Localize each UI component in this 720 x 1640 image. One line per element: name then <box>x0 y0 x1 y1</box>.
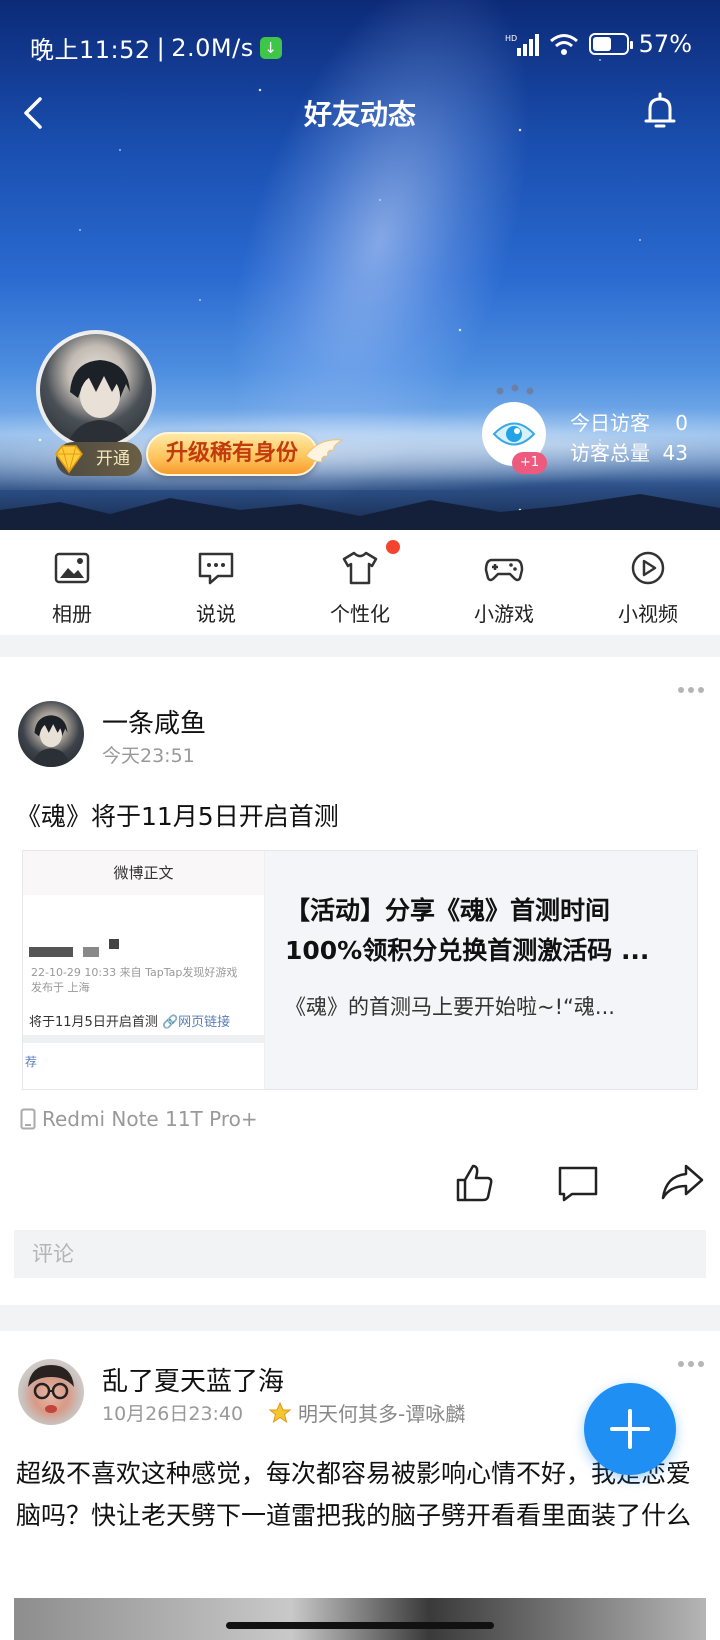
add-post-button[interactable] <box>584 1383 676 1475</box>
section-divider <box>0 1305 720 1331</box>
share-icon[interactable] <box>660 1160 704 1204</box>
wifi-icon <box>549 34 578 55</box>
menu-minigame-label: 小游戏 <box>474 602 534 626</box>
notification-dot <box>386 540 400 554</box>
menu-video[interactable]: 小视频 <box>576 530 720 635</box>
diamond-icon <box>55 445 83 474</box>
wing-icon <box>305 439 344 463</box>
upgrade-identity-badge[interactable]: 升级稀有身份 <box>146 432 344 476</box>
visitor-stars <box>496 384 534 395</box>
photo-album-icon <box>54 552 90 584</box>
comment-icon[interactable] <box>556 1160 600 1204</box>
today-visitors-label: 今日访客 <box>570 411 650 435</box>
like-icon[interactable] <box>452 1160 496 1204</box>
menu-album-label: 相册 <box>52 602 92 626</box>
visitor-stats[interactable]: 今日访客 0 访客总量 43 <box>570 408 688 468</box>
feed-post: 乱了夏天蓝了海 10月26日23:40 超级不喜欢这种感觉，每次都容易被影响心情… <box>0 1331 720 1640</box>
status-time: 晚上11:52 <box>30 36 151 64</box>
thumb-text: 将于11月5日开启首测 🔗网页链接 <box>29 1015 231 1030</box>
thumb-header: 微博正文 <box>23 851 264 895</box>
link-title-line2: 100%领积分兑换首测激活码 ... <box>285 936 650 965</box>
menu-album[interactable]: 相册 <box>0 530 144 635</box>
vip-open-label: 开通 <box>96 449 130 469</box>
star-music-icon <box>268 1401 292 1423</box>
link-thumbnail: 微博正文 22-10-29 10:33 来自 TapTap发现好游戏 发布于 上… <box>23 851 265 1089</box>
tshirt-icon <box>342 551 378 585</box>
today-visitors-value: 0 <box>675 411 688 435</box>
menu-minigame[interactable]: 小游戏 <box>432 530 576 635</box>
post-text: 《魂》将于11月5日开启首测 <box>16 802 339 831</box>
music-tag-label: 明天何其多-谭咏麟 <box>298 1402 466 1426</box>
quick-menu: 相册 说说 个性化 小游戏 小视频 <box>0 530 720 635</box>
thumb-rec: 荐 <box>25 1055 38 1069</box>
device-name: Redmi Note 11T Pro+ <box>42 1107 258 1131</box>
total-visitors-label: 访客总量 <box>570 441 650 465</box>
upgrade-identity-label: 升级稀有身份 <box>166 441 299 466</box>
eye-icon <box>492 422 536 446</box>
comment-input[interactable]: 评论 <box>14 1230 706 1278</box>
post-author-name[interactable]: 乱了夏天蓝了海 <box>102 1361 284 1398</box>
message-bubble-icon <box>198 552 234 585</box>
more-options-icon[interactable] <box>676 1359 706 1369</box>
signal-icon: HD <box>505 34 539 56</box>
post-device: Redmi Note 11T Pro+ <box>20 1107 258 1131</box>
vip-open-button[interactable]: 开通 <box>55 442 142 476</box>
page-title: 好友动态 <box>303 98 416 131</box>
post-time: 今天23:51 <box>102 745 195 767</box>
banner-mountains <box>0 494 720 530</box>
menu-shuoshuo[interactable]: 说说 <box>144 530 288 635</box>
top-nav: 好友动态 <box>0 85 720 145</box>
download-icon: ↓ <box>259 36 282 59</box>
link-body: 【活动】分享《魂》首测时间 100%领积分兑换首测激活码 ... 《魂》的首测马… <box>265 851 697 1089</box>
battery-icon <box>588 33 633 55</box>
post-actions <box>0 1160 720 1210</box>
post-avatar-illustration <box>32 715 70 767</box>
svg-text:HD: HD <box>505 34 517 43</box>
link-description: 《魂》的首测马上要开始啦~!“魂... <box>285 995 615 1019</box>
menu-video-label: 小视频 <box>618 602 678 626</box>
menu-personalize[interactable]: 个性化 <box>288 530 432 635</box>
thumb-meta: 22-10-29 10:33 来自 TapTap发现好游戏 发布于 上海 <box>31 966 238 994</box>
bell-icon[interactable] <box>638 89 682 133</box>
shared-link-card[interactable]: 微博正文 22-10-29 10:33 来自 TapTap发现好游戏 发布于 上… <box>22 850 698 1090</box>
status-bar: 晚上11:52 | 2.0M/s ↓ HD 57% <box>30 30 692 64</box>
music-tag[interactable]: 明天何其多-谭咏麟 <box>268 1398 465 1427</box>
profile-banner: 晚上11:52 | 2.0M/s ↓ HD 57% 好友动态 开通 升级稀有身份… <box>0 0 720 530</box>
profile-avatar[interactable] <box>36 330 156 450</box>
link-title-line1: 【活动】分享《魂》首测时间 <box>285 896 611 925</box>
post-author-name[interactable]: 一条咸鱼 <box>102 703 206 740</box>
menu-personalize-label: 个性化 <box>330 602 390 626</box>
status-network-speed: 2.0M/s <box>171 33 254 62</box>
post-author-avatar[interactable] <box>18 701 84 767</box>
post-author-avatar[interactable] <box>18 1359 84 1425</box>
plus-icon <box>610 1409 650 1449</box>
more-options-icon[interactable] <box>676 685 706 695</box>
phone-icon <box>20 1108 36 1130</box>
home-indicator[interactable] <box>226 1622 494 1629</box>
link-icon: 🔗 <box>161 1015 179 1030</box>
total-visitors-value: 43 <box>662 441 688 465</box>
menu-shuoshuo-label: 说说 <box>196 602 236 626</box>
section-divider <box>0 635 720 657</box>
visitor-new-badge: +1 <box>512 452 548 474</box>
post-time: 10月26日23:40 <box>102 1403 244 1425</box>
post-avatar-illustration <box>28 1365 74 1413</box>
battery-percent: 57% <box>638 30 692 58</box>
gamepad-icon <box>484 558 524 582</box>
post-image[interactable] <box>14 1598 706 1640</box>
play-circle-icon <box>631 551 665 585</box>
